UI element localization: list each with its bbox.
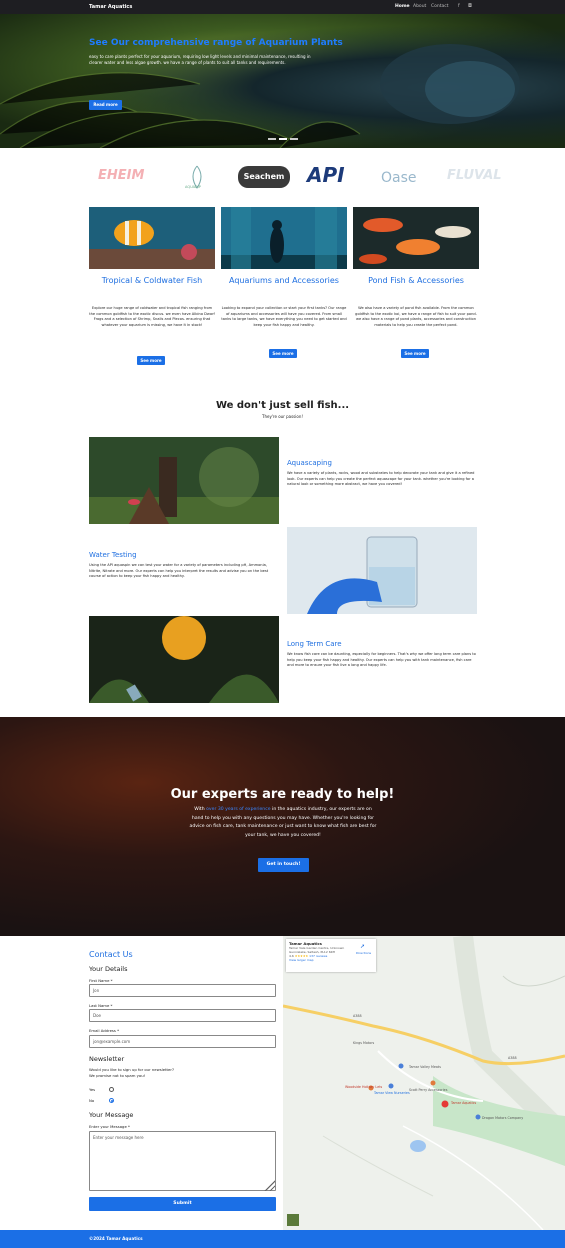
email-input[interactable]: jon@example.com (89, 1035, 276, 1048)
your-message-heading: Your Message (89, 1111, 134, 1119)
water-testing-image (287, 527, 477, 614)
experts-text: With over 30 years of experience in the … (189, 807, 377, 838)
map-label-accessories: Scott Perry Accessories (409, 1088, 448, 1092)
map-label-motors: Dragon Motors Company (482, 1116, 524, 1120)
map-embed[interactable]: Tamar Valley Meats Scott Perry Accessori… (283, 936, 565, 1230)
hero-carousel: See Our comprehensive range of Aquarium … (0, 14, 565, 148)
first-name-label: First Name * (89, 978, 113, 983)
message-textarea[interactable]: Enter your message here (89, 1131, 276, 1191)
card-title-tropical[interactable]: Tropical & Coldwater Fish (89, 275, 215, 286)
footer: ©2024 Tamar Aquatics (0, 1230, 565, 1248)
email-label: Email Address * (89, 1028, 119, 1033)
map-label-holiday: Woodside Holiday Lets (345, 1085, 383, 1089)
map-road-a388: A388 (353, 1014, 362, 1018)
yes-radio[interactable] (109, 1087, 114, 1092)
get-in-touch-button[interactable]: Get in touch! (258, 858, 309, 872)
directions-link[interactable]: Directions (356, 951, 371, 955)
resize-handle[interactable] (263, 1179, 275, 1191)
hero-read-more-button[interactable]: Read more (89, 100, 122, 110)
experts-title: Our experts are ready to help! (170, 787, 395, 802)
brand-aquadip: AQUADIP (183, 162, 211, 192)
hero-background (0, 44, 520, 148)
carousel-indicator-2[interactable] (279, 138, 287, 140)
your-details-heading: Your Details (89, 965, 128, 973)
brand-oase: Oase (381, 170, 417, 186)
carousel-indicator-1[interactable] (268, 138, 276, 140)
aquascaping-image (89, 437, 279, 524)
card-text-pond: We also have a variety of pond fish avai… (355, 306, 477, 327)
no-radio[interactable] (109, 1098, 114, 1103)
brand-logo[interactable]: Tamar Aquatics (89, 4, 132, 10)
card-text-tropical: Explore our huge range of coldwater and … (89, 306, 215, 327)
newsletter-heading: Newsletter (89, 1055, 125, 1063)
see-more-button-aquariums[interactable]: See more (269, 349, 297, 358)
last-name-input[interactable]: Doe (89, 1009, 276, 1022)
contact-title: Contact Us (89, 950, 133, 959)
yes-label: Yes (89, 1087, 96, 1092)
card-text-aquariums: Looking to expand your collection or sta… (221, 306, 347, 327)
map-label-aquatics: Tamar Aquatics (451, 1101, 477, 1105)
first-name-input[interactable]: Jon (89, 984, 276, 997)
feature-text-aquascaping: We have a variety of plants, rocks, wood… (287, 471, 475, 486)
hero-text: easy to care plants perfect for your aqu… (89, 54, 311, 65)
map-canvas[interactable] (283, 936, 565, 1230)
navbar: Tamar Aquatics Home About Contact f ◘ (0, 0, 565, 14)
feature-text-water-testing: Using the API aquaspin we can test your … (89, 563, 269, 578)
page: Tamar Aquatics Home About Contact f ◘ Se… (0, 0, 565, 1248)
feature-title-aquascaping: Aquascaping (287, 459, 332, 467)
last-name-label: Last Name * (89, 1003, 113, 1008)
facebook-icon[interactable]: f (458, 3, 460, 9)
newsletter-note: We promise not to spam you! (89, 1073, 146, 1078)
see-more-button-tropical[interactable]: See more (137, 356, 165, 365)
brand-seachem: Seachem (238, 166, 290, 188)
view-larger-map-link[interactable]: View larger map (289, 958, 373, 962)
card-title-pond[interactable]: Pond Fish & Accessories (353, 275, 479, 286)
brand-eheim: EHEIM (98, 168, 145, 183)
brand-fluval: FLUVAL (447, 168, 502, 183)
map-label-kings: Kings Motors (353, 1041, 375, 1045)
map-label-nurseries: Tamar View Nurseries (374, 1091, 410, 1095)
passion-subtitle: They're our passion! (262, 414, 303, 419)
see-more-button-pond[interactable]: See more (401, 349, 429, 358)
no-label: No (89, 1098, 95, 1103)
submit-button[interactable]: Submit (89, 1197, 276, 1211)
map-address: Tamar Vale Garden Centre, Unknown Gunnis… (289, 946, 345, 954)
directions-icon[interactable]: ➚ (360, 943, 365, 950)
hero-title: See Our comprehensive range of Aquarium … (89, 38, 343, 48)
experts-highlight: over 30 years of experience (206, 807, 271, 812)
nav-home[interactable]: Home (395, 4, 410, 9)
pond-fish-image (353, 207, 479, 269)
tropical-fish-image (89, 207, 215, 269)
message-label: Enter your Message * (89, 1124, 130, 1129)
passion-title: We don't just sell fish... (215, 400, 350, 411)
carousel-indicator-3[interactable] (290, 138, 298, 140)
newsletter-question: Would you like to sign up for our newsle… (89, 1067, 174, 1072)
map-label-meats: Tamar Valley Meats (409, 1065, 441, 1069)
card-title-aquariums[interactable]: Aquariums and Accessories (221, 275, 347, 286)
aquarium-image (221, 207, 347, 269)
footer-copyright: ©2024 Tamar Aquatics (89, 1236, 143, 1241)
feature-text-long-term-care: We know fish care can be daunting, espec… (287, 652, 476, 667)
experts-section: Our experts are ready to help! With over… (0, 717, 565, 936)
contact-form: Contact Us Your Details First Name * Jon… (0, 936, 283, 1230)
map-info-card: Tamar Aquatics Tamar Vale Garden Centre,… (286, 939, 376, 972)
nav-contact[interactable]: Contact (431, 4, 449, 9)
nav-about[interactable]: About (413, 4, 426, 9)
instagram-icon[interactable]: ◘ (468, 3, 472, 9)
brand-api: API (307, 163, 345, 187)
feature-title-long-term-care: Long Term Care (287, 640, 342, 648)
map-road-a388-2: A388 (508, 1056, 517, 1060)
feature-title-water-testing: Water Testing (89, 551, 137, 559)
long-term-care-image (89, 616, 279, 703)
